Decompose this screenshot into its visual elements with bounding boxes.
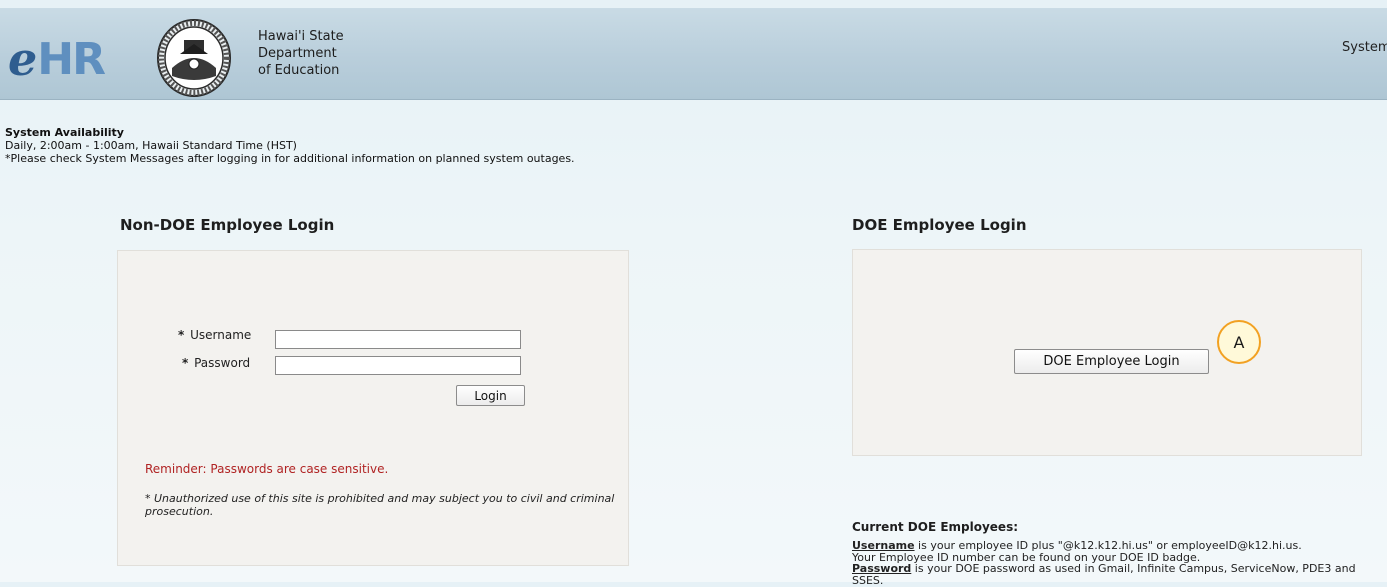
current-doe-employees-title: Current DOE Employees:: [852, 520, 1019, 534]
annotation-marker-a: A: [1217, 320, 1261, 364]
ehr-logo-e: e: [8, 32, 38, 86]
org-name-line3: of Education: [258, 63, 340, 78]
org-name: Hawai'i State Department of Education: [258, 28, 344, 79]
org-name-line2: Department: [258, 46, 337, 61]
system-link[interactable]: System: [1342, 40, 1387, 55]
doe-seal-icon: [157, 19, 231, 97]
doe-login-help: Username is your employee ID plus "@k12.…: [852, 540, 1372, 586]
availability-note: *Please check System Messages after logg…: [5, 152, 575, 165]
username-label-text: Username: [190, 328, 252, 342]
password-help: Password is your DOE password as used in…: [852, 563, 1372, 586]
ehr-logo-hr: HR: [37, 34, 106, 85]
doe-employee-login-button[interactable]: DOE Employee Login: [1014, 349, 1209, 374]
availability-title: System Availability: [5, 126, 124, 139]
org-name-line1: Hawai'i State: [258, 29, 344, 44]
doe-login-title: DOE Employee Login: [852, 216, 1027, 234]
non-doe-login-panel: [117, 250, 629, 566]
username-help: Username is your employee ID plus "@k12.…: [852, 540, 1372, 552]
availability-hours: Daily, 2:00am - 1:00am, Hawaii Standard …: [5, 139, 297, 152]
required-mark: *: [178, 328, 185, 342]
password-reminder: Reminder: Passwords are case sensitive.: [145, 462, 389, 476]
non-doe-login-title: Non-DOE Employee Login: [120, 216, 335, 234]
required-mark: *: [182, 356, 189, 370]
username-label: * Username: [178, 328, 251, 342]
unauthorized-use-disclaimer: * Unauthorized use of this site is prohi…: [145, 492, 615, 518]
header-bar: e HR Hawai'i State Department of Educatio…: [0, 8, 1387, 100]
password-label: * Password: [182, 356, 250, 370]
password-help-text: is your DOE password as used in Gmail, I…: [852, 562, 1356, 587]
username-input[interactable]: [275, 330, 521, 349]
login-button[interactable]: Login: [456, 385, 525, 406]
system-availability: System Availability Daily, 2:00am - 1:00…: [5, 126, 575, 165]
password-label-text: Password: [194, 356, 251, 370]
ehr-logo[interactable]: e HR: [8, 26, 106, 86]
password-input[interactable]: [275, 356, 521, 375]
